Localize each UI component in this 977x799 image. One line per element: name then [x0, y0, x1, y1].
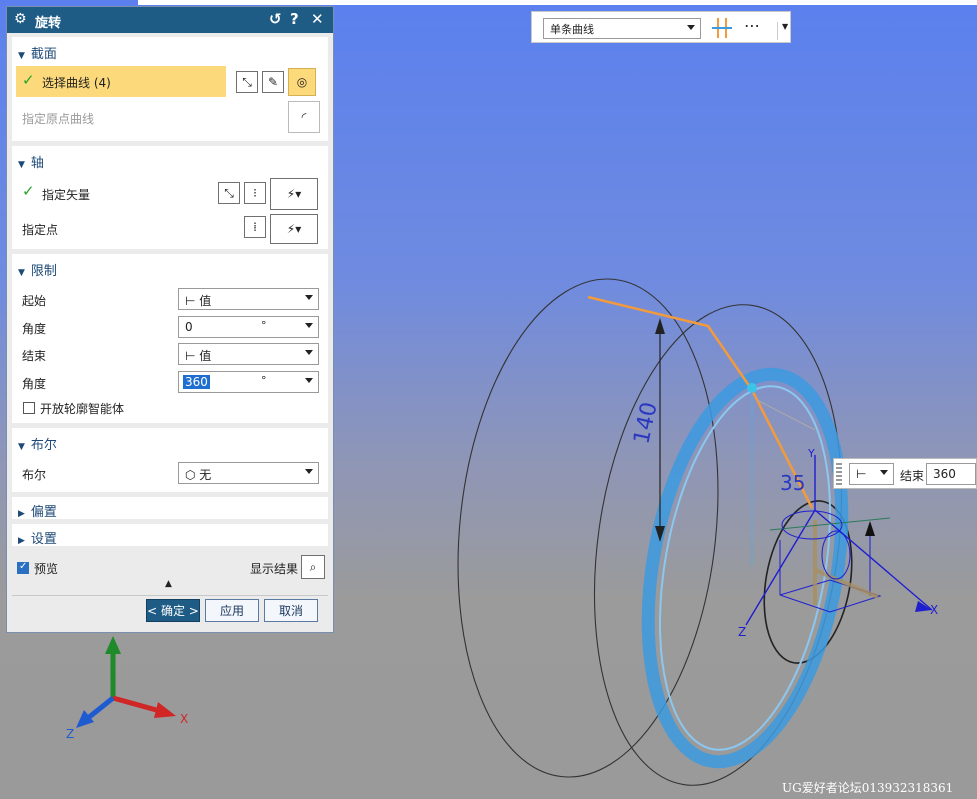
- dimension-text: 140: [629, 400, 662, 446]
- chevron-down-icon: [305, 323, 313, 328]
- collapse-triangle-icon: ▼: [18, 268, 25, 278]
- select-curve-label: 选择曲线 (4): [42, 76, 111, 90]
- floating-end-panel: ⊢ 结束 360: [833, 458, 977, 489]
- collapse-triangle-icon: ▼: [18, 160, 25, 170]
- front-circle: [593, 304, 843, 786]
- check-icon: ✓: [22, 71, 35, 89]
- preview-checkbox[interactable]: [17, 561, 29, 574]
- axis-header[interactable]: ▼ 轴: [18, 152, 44, 171]
- vector-dialog-icon[interactable]: ⁝: [244, 182, 266, 204]
- dialog-title: 旋转: [35, 16, 62, 31]
- triad-z-label: Z: [66, 727, 74, 741]
- curve-selector-icon[interactable]: ⤡: [236, 71, 258, 93]
- boolean-none-icon: ⬡: [185, 468, 200, 482]
- curve-icon[interactable]: ◎: [288, 68, 316, 96]
- limit-value-icon: ⊢: [185, 294, 200, 308]
- show-result-label: 显示结果: [250, 562, 299, 576]
- boolean-header[interactable]: ▼ 布尔: [18, 434, 57, 453]
- float-end-input[interactable]: 360: [926, 463, 976, 485]
- revolve-dialog: ⚙ 旋转 ↺ ? ✕ ▼ 截面 ✓ 选择曲线 (4) ⤡ ✎ ◎ 指定原点曲线 ◜…: [6, 6, 334, 633]
- dimension-fragment: 35: [780, 471, 805, 495]
- boolean-dropdown[interactable]: ⬡ 无: [178, 462, 319, 484]
- axis-group: ▼ 轴 ✓ 指定矢量 ⤡ ⁝ ⚡▾ 指定点 ⁞ ⚡▾: [12, 146, 328, 249]
- toolbar-expand-icon[interactable]: ▼: [777, 22, 792, 40]
- settings-group[interactable]: ▶ 设置: [12, 524, 328, 547]
- end-type-dropdown[interactable]: ⊢ 值: [178, 343, 319, 365]
- origin-curve-label: 指定原点曲线: [22, 112, 95, 126]
- offset-header[interactable]: ▶ 偏置: [18, 501, 57, 520]
- end-angle-input[interactable]: 360 °: [178, 371, 319, 393]
- axis-z-label: Z: [738, 625, 746, 639]
- close-icon[interactable]: ✕: [311, 10, 324, 28]
- sketch-section-icon[interactable]: ✎: [262, 71, 284, 93]
- settings-header[interactable]: ▶ 设置: [18, 528, 57, 547]
- origin-curve-icon[interactable]: ◜: [288, 101, 320, 133]
- offset-group[interactable]: ▶ 偏置: [12, 497, 328, 520]
- ok-button[interactable]: < 确定 >: [146, 599, 200, 622]
- chevron-down-icon: [305, 378, 313, 383]
- chevron-down-icon: [305, 469, 313, 474]
- section-header[interactable]: ▼ 截面: [18, 43, 57, 62]
- expand-triangle-icon: ▶: [18, 536, 25, 546]
- start-label: 起始: [22, 294, 47, 308]
- end-label: 结束: [22, 349, 47, 363]
- vector-label: 指定矢量: [42, 188, 91, 202]
- start-angle-label: 角度: [22, 322, 47, 336]
- point-label: 指定点: [22, 223, 59, 237]
- boolean-group: ▼ 布尔 布尔 ⬡ 无: [12, 428, 328, 492]
- float-end-label: 结束: [900, 469, 925, 483]
- open-profile-checkbox[interactable]: [23, 402, 35, 414]
- reset-icon[interactable]: ↺: [269, 10, 282, 28]
- limit-value-icon: ⊢: [856, 467, 867, 481]
- view-triad: X Z: [66, 636, 188, 741]
- axis-y-label: Y: [807, 447, 815, 460]
- preview-label: 预览: [34, 562, 59, 576]
- dialog-title-bar: ⚙ 旋转 ↺ ? ✕: [7, 7, 333, 33]
- help-icon[interactable]: ?: [290, 10, 299, 28]
- intersection-icon[interactable]: [710, 17, 734, 39]
- triad-x-label: X: [180, 712, 188, 726]
- limits-header[interactable]: ▼ 限制: [18, 260, 57, 279]
- start-type-dropdown[interactable]: ⊢ 值: [178, 288, 319, 310]
- limit-value-icon: ⊢: [185, 349, 200, 363]
- limits-group: ▼ 限制 起始 ⊢ 值 角度 0 ° 结束 ⊢ 值 角度 360 ° 开放轮廓智能体: [12, 254, 328, 423]
- vector-selector-icon[interactable]: ⤡: [218, 182, 240, 204]
- origin-marker: [747, 383, 757, 393]
- axis-x-label: X: [930, 603, 938, 617]
- chevron-down-icon: [880, 470, 888, 475]
- back-circle: [457, 278, 719, 778]
- section-group: ▼ 截面 ✓ 选择曲线 (4) ⤡ ✎ ◎ 指定原点曲线 ◜: [12, 37, 328, 141]
- more-icon[interactable]: ⋯: [744, 16, 760, 35]
- dialog-body: ▼ 截面 ✓ 选择曲线 (4) ⤡ ✎ ◎ 指定原点曲线 ◜ ▼ 轴 ✓ 指定矢量 …: [7, 33, 333, 632]
- chevron-down-icon: [687, 25, 695, 30]
- collapse-up-icon[interactable]: ▲: [165, 579, 172, 589]
- magnifier-icon[interactable]: ⌕: [301, 555, 325, 579]
- curve-rule-dropdown[interactable]: 单条曲线: [543, 18, 701, 39]
- watermark: UG爱好者论坛013932318361: [782, 781, 954, 795]
- inferred-point-icon[interactable]: ⚡▾: [270, 214, 318, 244]
- gear-icon[interactable]: ⚙: [14, 11, 27, 27]
- float-end-type-dropdown[interactable]: ⊢: [849, 463, 894, 485]
- check-icon: ✓: [22, 182, 35, 200]
- open-profile-label: 开放轮廓智能体: [40, 402, 125, 416]
- chevron-down-icon: [305, 295, 313, 300]
- curve-rule-value: 单条曲线: [550, 23, 594, 36]
- end-angle-label: 角度: [22, 377, 47, 391]
- float-end-value: 360: [933, 467, 956, 481]
- drag-handle-icon[interactable]: [836, 463, 842, 485]
- ring-inner: [658, 385, 832, 751]
- collapse-triangle-icon: ▼: [18, 51, 25, 61]
- inferred-vector-icon[interactable]: ⚡▾: [270, 178, 318, 210]
- profile-curve: [587, 295, 814, 509]
- expand-triangle-icon: ▶: [18, 509, 25, 519]
- divider: [12, 595, 328, 596]
- selection-toolbar: 单条曲线 ⋯ ▼: [531, 11, 791, 43]
- collapse-triangle-icon: ▼: [18, 442, 25, 452]
- cancel-button[interactable]: 取消: [264, 599, 318, 622]
- boolean-label: 布尔: [22, 468, 47, 482]
- apply-button[interactable]: 应用: [205, 599, 259, 622]
- point-dialog-icon[interactable]: ⁞: [244, 216, 266, 238]
- start-angle-input[interactable]: 0 °: [178, 316, 319, 338]
- chevron-down-icon: [305, 350, 313, 355]
